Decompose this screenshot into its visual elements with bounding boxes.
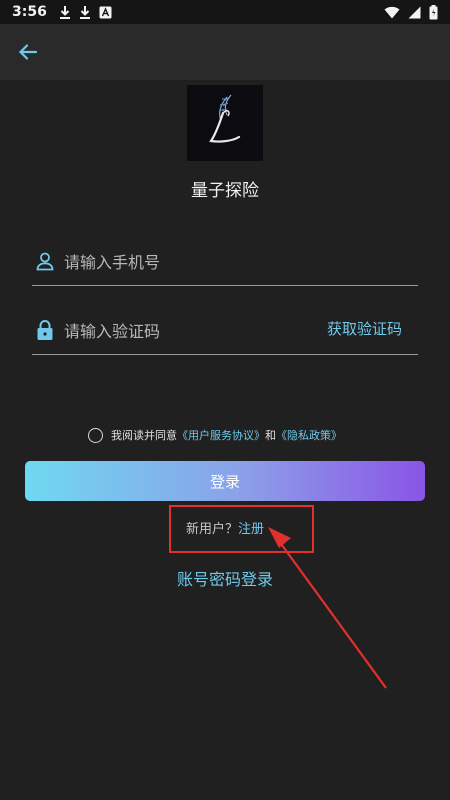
status-icons-right [384,4,438,20]
app-logo-image [209,94,241,143]
annotation-highlight-box [169,505,314,553]
lock-icon [32,317,58,343]
phone-placeholder: 请输入手机号 [64,252,161,272]
back-arrow-icon [18,44,38,60]
agreement-checkbox[interactable] [88,427,103,443]
code-placeholder: 请输入验证码 [64,321,161,341]
status-bar: 3:56 [0,0,450,24]
phone-field[interactable]: 请输入手机号 [32,236,418,286]
app-bar [0,24,450,80]
code-field[interactable]: 请输入验证码 获取验证码 [32,305,418,355]
app-logo [187,85,263,161]
password-login-link[interactable]: 账号密码登录 [0,566,450,590]
status-icons-left [59,5,112,19]
user-icon [32,248,58,274]
signal-icon [408,6,421,18]
download-icon [59,6,70,19]
login-button[interactable]: 登录 [25,461,425,501]
agreement-and: 和 [265,429,276,442]
agreement-row: 我阅读并同意 《用户服务协议》 和 《隐私政策》 [88,427,342,443]
app-name: 量子探险 [191,181,259,201]
terms-link[interactable]: 《用户服务协议》 [177,427,265,443]
wifi-icon [384,6,400,18]
status-time: 3:56 [12,4,47,20]
app-notification-icon [99,6,112,18]
get-code-button[interactable]: 获取验证码 [327,318,402,339]
back-button[interactable] [0,24,56,80]
download-icon [79,6,90,19]
battery-icon [429,4,438,19]
agreement-text: 我阅读并同意 [111,429,177,442]
privacy-link[interactable]: 《隐私政策》 [276,427,342,443]
